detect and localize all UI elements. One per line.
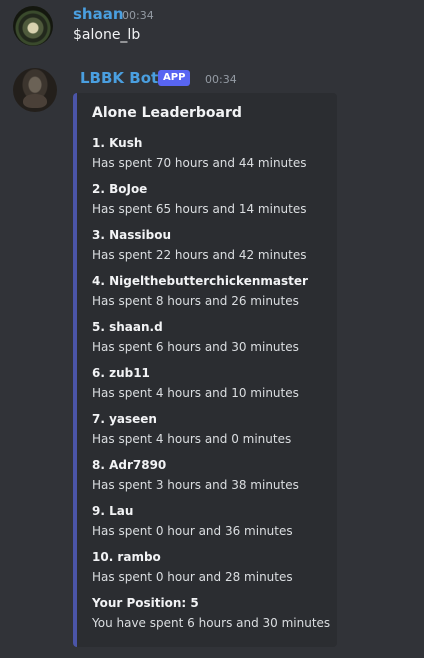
entry-detail: Has spent 0 hour and 28 minutes xyxy=(92,570,293,584)
entry-detail: Has spent 3 hours and 38 minutes xyxy=(92,478,299,492)
app-badge: APP xyxy=(158,70,191,86)
entry-name: 6. zub11 xyxy=(92,366,150,380)
username[interactable]: LBBK Bot xyxy=(80,69,158,87)
entry-name: 8. Adr7890 xyxy=(92,458,167,472)
entry-name: Your Position: 5 xyxy=(92,596,199,610)
entry-name: 7. yaseen xyxy=(92,412,157,426)
entry-name: 2. BoJoe xyxy=(92,182,148,196)
your-position: Your Position: 5 You have spent 6 hours … xyxy=(92,595,336,631)
entry-detail: Has spent 22 hours and 42 minutes xyxy=(92,248,307,262)
entry-name: 3. Nassibou xyxy=(92,228,172,242)
entry-detail: You have spent 6 hours and 30 minutes xyxy=(92,616,331,630)
avatar[interactable] xyxy=(13,68,57,112)
list-item: 9. Lau Has spent 0 hour and 36 minutes xyxy=(92,503,336,539)
timestamp[interactable]: 00:34 xyxy=(122,9,154,22)
entry-detail: Has spent 0 hour and 36 minutes xyxy=(92,524,293,538)
leaderboard-embed: Alone Leaderboard 1. Kush Has spent 70 h… xyxy=(73,93,337,647)
list-item: 10. rambo Has spent 0 hour and 28 minute… xyxy=(92,549,336,585)
list-item: 8. Adr7890 Has spent 3 hours and 38 minu… xyxy=(92,457,336,493)
list-item: 4. Nigelthebutterchickenmaster Has spent… xyxy=(92,273,336,309)
message-content: $alone_lb xyxy=(73,27,141,43)
entry-name: 9. Lau xyxy=(92,504,134,518)
list-item: 2. BoJoe Has spent 65 hours and 14 minut… xyxy=(92,181,336,217)
entry-detail: Has spent 6 hours and 30 minutes xyxy=(92,340,299,354)
entry-name: 10. rambo xyxy=(92,550,161,564)
entry-detail: Has spent 4 hours and 0 minutes xyxy=(92,432,292,446)
entry-name: 5. shaan.d xyxy=(92,320,163,334)
entry-detail: Has spent 70 hours and 44 minutes xyxy=(92,156,307,170)
avatar[interactable] xyxy=(13,6,53,46)
list-item: 5. shaan.d Has spent 6 hours and 30 minu… xyxy=(92,319,336,355)
entry-name: 4. Nigelthebutterchickenmaster xyxy=(92,274,308,288)
list-item: 1. Kush Has spent 70 hours and 44 minute… xyxy=(92,135,336,171)
timestamp[interactable]: 00:34 xyxy=(205,73,237,86)
entry-detail: Has spent 8 hours and 26 minutes xyxy=(92,294,299,308)
list-item: 7. yaseen Has spent 4 hours and 0 minute… xyxy=(92,411,336,447)
entry-name: 1. Kush xyxy=(92,136,143,150)
entry-detail: Has spent 65 hours and 14 minutes xyxy=(92,202,307,216)
entry-detail: Has spent 4 hours and 10 minutes xyxy=(92,386,299,400)
list-item: 3. Nassibou Has spent 22 hours and 42 mi… xyxy=(92,227,336,263)
list-item: 6. zub11 Has spent 4 hours and 10 minute… xyxy=(92,365,336,401)
username[interactable]: shaan xyxy=(73,5,124,23)
embed-title: Alone Leaderboard xyxy=(92,105,242,121)
